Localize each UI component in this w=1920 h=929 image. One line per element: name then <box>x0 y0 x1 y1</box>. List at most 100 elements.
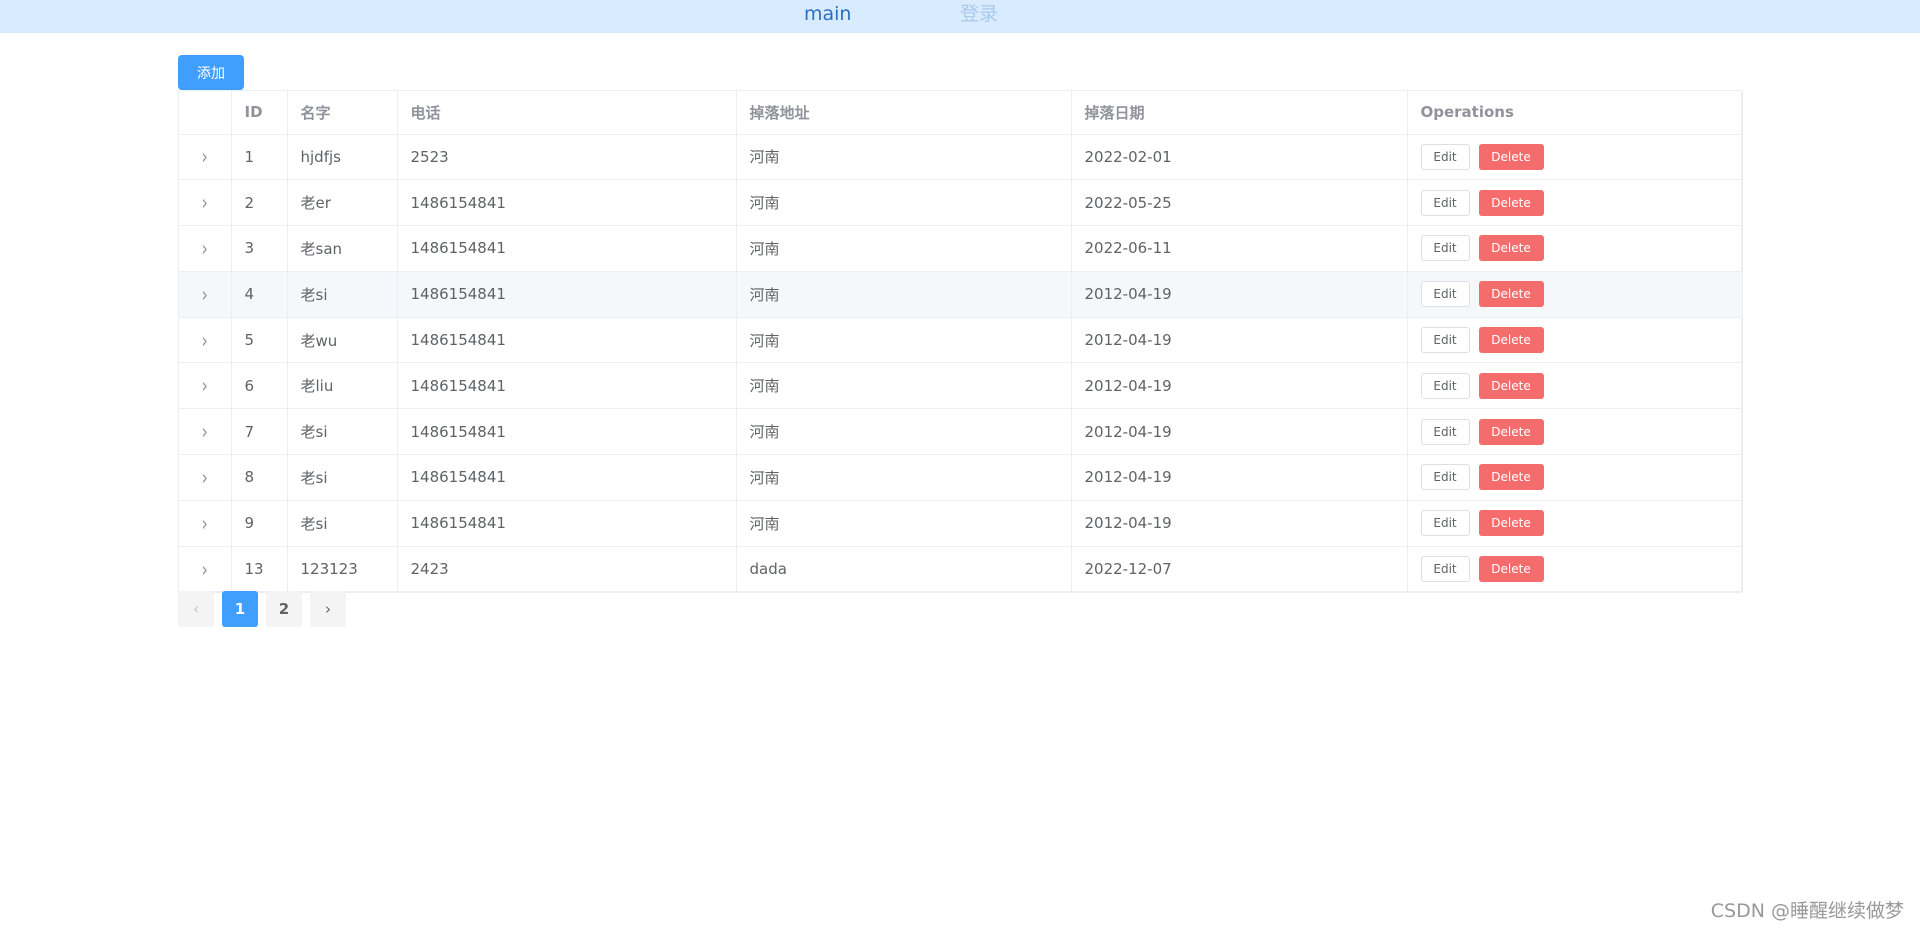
cell-name: 老wu <box>287 317 398 364</box>
delete-button[interactable]: Delete <box>1478 189 1544 216</box>
next-page-button[interactable]: › <box>310 591 346 627</box>
cell-drop-address: 河南 <box>736 179 1072 227</box>
row-expand-cell[interactable]: › <box>179 546 232 593</box>
cell-id: 6 <box>231 362 288 410</box>
delete-button[interactable]: Delete <box>1478 556 1544 583</box>
row-expand-cell[interactable]: › <box>179 179 232 227</box>
delete-button[interactable]: Delete <box>1478 464 1544 491</box>
row-expand-cell[interactable]: › <box>179 271 232 318</box>
cell-name: hjdfjs <box>287 134 398 181</box>
table-row: › 6 老liu 1486154841 河南 2012-04-19 Edit Delete <box>179 362 1743 410</box>
page-button-1[interactable]: 1 <box>222 591 258 627</box>
page-button-2[interactable]: 2 <box>266 591 302 627</box>
cell-name: 老si <box>287 271 398 318</box>
chevron-right-icon[interactable]: › <box>202 190 208 215</box>
header-name: 名字 <box>287 91 398 135</box>
cell-drop-date: 2022-12-07 <box>1071 546 1408 593</box>
cell-phone: 1486154841 <box>397 500 737 547</box>
row-expand-cell[interactable]: › <box>179 500 232 547</box>
row-expand-cell[interactable]: › <box>179 362 232 410</box>
cell-operations: Edit Delete <box>1407 271 1743 318</box>
header-expand <box>179 91 232 135</box>
cell-id: 4 <box>231 271 288 318</box>
prev-page-button[interactable]: ‹ <box>178 591 214 627</box>
watermark: CSDN @睡醒继续做梦 <box>1710 900 1904 922</box>
cell-operations: Edit Delete <box>1407 179 1743 227</box>
edit-button[interactable]: Edit <box>1420 510 1470 537</box>
cell-operations: Edit Delete <box>1407 225 1743 272</box>
chevron-right-icon[interactable]: › <box>202 374 208 399</box>
chevron-right-icon[interactable]: › <box>202 511 208 536</box>
delete-button[interactable]: Delete <box>1478 418 1544 445</box>
cell-drop-address: 河南 <box>736 500 1072 547</box>
edit-button[interactable]: Edit <box>1420 556 1470 583</box>
row-expand-cell[interactable]: › <box>179 408 232 456</box>
cell-id: 9 <box>231 500 288 547</box>
row-expand-cell[interactable]: › <box>179 454 232 501</box>
edit-button[interactable]: Edit <box>1420 235 1470 262</box>
cell-id: 3 <box>231 225 288 272</box>
table-row: › 1 hjdfjs 2523 河南 2022-02-01 Edit Delete <box>179 134 1743 181</box>
add-button[interactable]: 添加 <box>178 55 244 90</box>
edit-button[interactable]: Edit <box>1420 327 1470 354</box>
cell-drop-address: 河南 <box>736 362 1072 410</box>
edit-button[interactable]: Edit <box>1420 143 1470 170</box>
row-expand-cell[interactable]: › <box>179 317 232 364</box>
delete-button[interactable]: Delete <box>1478 510 1544 537</box>
header-operations: Operations <box>1407 91 1743 135</box>
delete-button[interactable]: Delete <box>1478 235 1544 262</box>
table-row: › 3 老san 1486154841 河南 2022-06-11 Edit Delete <box>179 225 1743 272</box>
edit-button[interactable]: Edit <box>1420 189 1470 216</box>
cell-drop-date: 2012-04-19 <box>1071 317 1408 364</box>
chevron-right-icon[interactable]: › <box>202 145 208 170</box>
edit-button[interactable]: Edit <box>1420 464 1470 491</box>
chevron-right-icon[interactable]: › <box>202 465 208 490</box>
cell-id: 1 <box>231 134 288 181</box>
cell-phone: 1486154841 <box>397 225 737 272</box>
cell-drop-date: 2022-02-01 <box>1071 134 1408 181</box>
cell-operations: Edit Delete <box>1407 546 1743 593</box>
cell-drop-address: 河南 <box>736 454 1072 501</box>
cell-drop-address: 河南 <box>736 317 1072 364</box>
table-row: › 8 老si 1486154841 河南 2012-04-19 Edit Delete <box>179 454 1743 501</box>
cell-name: 老si <box>287 454 398 501</box>
edit-button[interactable]: Edit <box>1420 418 1470 445</box>
cell-phone: 2523 <box>397 134 737 181</box>
cell-id: 13 <box>231 546 288 593</box>
chevron-right-icon[interactable]: › <box>202 419 208 444</box>
delete-button[interactable]: Delete <box>1478 327 1544 354</box>
delete-button[interactable]: Delete <box>1478 281 1544 308</box>
chevron-right-icon[interactable]: › <box>202 236 208 261</box>
table-body: › 1 hjdfjs 2523 河南 2022-02-01 Edit Delete › 2 老er 1… <box>179 134 1743 593</box>
row-expand-cell[interactable]: › <box>179 134 232 181</box>
cell-drop-date: 2022-05-25 <box>1071 179 1408 227</box>
cell-phone: 2423 <box>397 546 737 593</box>
table-row: › 5 老wu 1486154841 河南 2012-04-19 Edit Delete <box>179 317 1743 364</box>
cell-drop-date: 2022-06-11 <box>1071 225 1408 272</box>
delete-button[interactable]: Delete <box>1478 143 1544 170</box>
header-drop-date: 掉落日期 <box>1071 91 1408 135</box>
cell-operations: Edit Delete <box>1407 362 1743 410</box>
delete-button[interactable]: Delete <box>1478 372 1544 399</box>
chevron-right-icon[interactable]: › <box>202 328 208 353</box>
cell-id: 2 <box>231 179 288 227</box>
cell-operations: Edit Delete <box>1407 134 1743 181</box>
cell-id: 7 <box>231 408 288 456</box>
cell-drop-address: 河南 <box>736 271 1072 318</box>
nav-link-main[interactable]: main <box>804 2 851 26</box>
edit-button[interactable]: Edit <box>1420 281 1470 308</box>
table-row: › 9 老si 1486154841 河南 2012-04-19 Edit Delete <box>179 500 1743 547</box>
edit-button[interactable]: Edit <box>1420 372 1470 399</box>
top-nav-bar: main 登录 <box>0 0 1920 33</box>
header-id: ID <box>231 91 288 135</box>
chevron-right-icon[interactable]: › <box>202 557 208 582</box>
header-phone: 电话 <box>397 91 737 135</box>
chevron-right-icon[interactable]: › <box>202 282 208 307</box>
cell-operations: Edit Delete <box>1407 500 1743 547</box>
header-drop-address: 掉落地址 <box>736 91 1072 135</box>
row-expand-cell[interactable]: › <box>179 225 232 272</box>
cell-drop-date: 2012-04-19 <box>1071 362 1408 410</box>
cell-operations: Edit Delete <box>1407 317 1743 364</box>
table-header-row: ID 名字 电话 掉落地址 掉落日期 Operations <box>179 91 1743 135</box>
nav-link-login[interactable]: 登录 <box>960 2 998 26</box>
